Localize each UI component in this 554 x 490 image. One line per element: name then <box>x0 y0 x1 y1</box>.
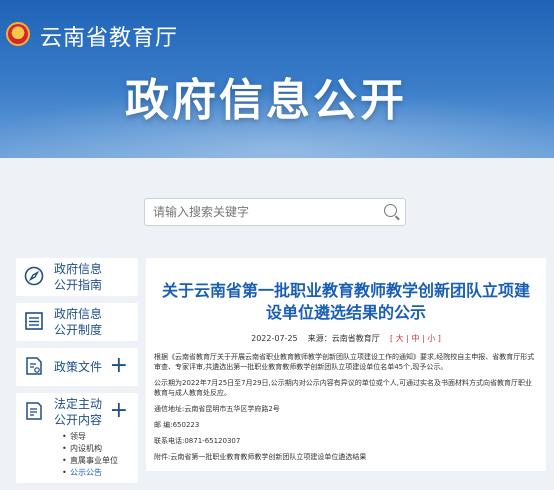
expand-icon[interactable]: + <box>110 355 128 377</box>
sidebar-subitem-departments[interactable]: 内设机构 <box>62 443 118 455</box>
sidebar-sublist: 领导 内设机构 直属事业单位 公示公告 <box>62 431 118 479</box>
font-size-selector[interactable]: [ 大 | 中 | 小 ] <box>390 334 441 343</box>
article-paragraph: 通信地址:云南省昆明市五华区学府路2号 <box>154 405 280 413</box>
article-body: 根据《云南省教育厅关于开展云南省职业教育教师教学创新团队立项建设工作的通知》要求… <box>154 352 538 462</box>
label-line: 政府信息 <box>54 262 103 276</box>
label-line: 公开制度 <box>54 323 103 337</box>
label-line: 法定主动 <box>54 397 103 411</box>
national-emblem-icon <box>6 22 30 46</box>
sidebar-subitem-announcements[interactable]: 公示公告 <box>62 467 118 479</box>
sidebar-item-label: 政府信息 公开指南 <box>54 261 124 293</box>
search-icon[interactable] <box>384 204 397 217</box>
search-input[interactable] <box>145 199 381 225</box>
compass-icon <box>24 266 44 286</box>
label-line: 公开内容 <box>54 413 103 427</box>
sidebar-item-policy[interactable]: 政策文件 + <box>16 348 138 386</box>
label-line: 公开指南 <box>54 278 103 292</box>
search-box <box>144 198 406 226</box>
sidebar-item-statutory[interactable]: 法定主动 公开内容 + 领导 内设机构 直属事业单位 公示公告 <box>16 393 138 483</box>
sidebar-item-system[interactable]: 政府信息 公开制度 <box>16 303 138 341</box>
sidebar-item-guide[interactable]: 政府信息 公开指南 <box>16 258 138 296</box>
article-meta: 2022-07-25 来源：云南省教育厅 [ 大 | 中 | 小 ] <box>146 333 546 344</box>
article-paragraph: 邮 编:650223 <box>154 421 200 429</box>
article-source: 来源：云南省教育厅 <box>307 334 380 343</box>
article-paragraph: 根据《云南省教育厅关于开展云南省职业教育教师教学创新团队立项建设工作的通知》要求… <box>154 353 535 371</box>
article-paragraph: 公示期为2022年7月25日至7月29日,公示期内对公示内容有异议的单位或个人,… <box>154 379 532 397</box>
sidebar: 政府信息 公开指南 政府信息 公开制度 政策文件 + 法定主动 公开内容 + •… <box>16 258 138 490</box>
article-date: 2022-07-25 <box>251 334 298 343</box>
search-area <box>0 158 554 246</box>
attachment-link[interactable]: 附件:云南省第一批职业教育教师教学创新团队立项建设单位遴选结果 <box>154 452 538 462</box>
section-title: 政府信息公开 <box>125 75 407 126</box>
article-title: 关于云南省第一批职业教育教师教学创新团队立项建设单位遴选结果的公示 <box>161 281 530 322</box>
expand-icon[interactable]: + <box>110 400 128 422</box>
edit-document-icon <box>26 402 42 420</box>
article-paragraph: 联系电话:0871-65120307 <box>154 437 241 445</box>
article-panel: 关于云南省第一批职业教育教师教学创新团队立项建设单位遴选结果的公示 2022-0… <box>146 258 546 471</box>
sidebar-item-label: 政府信息 公开制度 <box>54 306 124 338</box>
label-line: 政府信息 <box>54 307 103 321</box>
document-list-icon <box>25 312 43 330</box>
sidebar-subitem-institutions[interactable]: 直属事业单位 <box>62 455 118 467</box>
policy-file-icon <box>26 357 42 375</box>
sidebar-subitem-leaders[interactable]: 领导 <box>62 431 118 443</box>
site-name[interactable]: 云南省教育厅 <box>40 20 178 52</box>
header-banner: 云南省教育厅 政府信息公开 <box>0 0 554 158</box>
